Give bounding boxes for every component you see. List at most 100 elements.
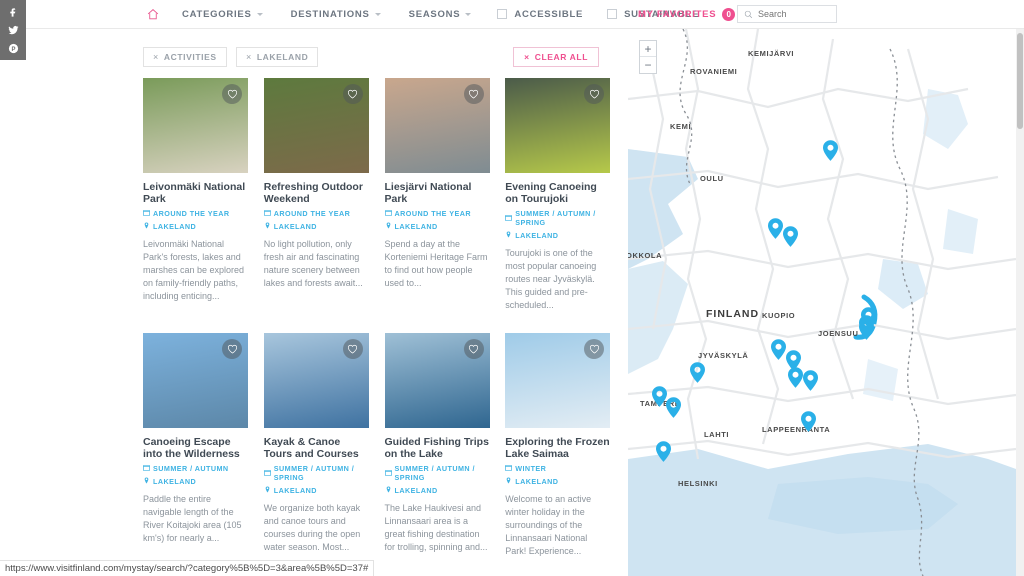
result-card-description: Paddle the entire navigable length of th… (143, 494, 242, 543)
favorite-heart-icon[interactable] (463, 84, 484, 104)
result-card-description: Leivonmäki National Park's forests, lake… (143, 239, 245, 301)
result-card-image[interactable] (143, 333, 248, 428)
favorite-heart-icon[interactable] (584, 339, 605, 359)
favorite-heart-icon[interactable] (222, 339, 242, 359)
result-card-area-label: LAKELAND (394, 222, 438, 231)
result-card-area: LAKELAND (385, 222, 490, 231)
home-icon[interactable] (138, 8, 168, 21)
result-card-title: Refreshing Outdoor Weekend (263, 181, 363, 205)
map-marker-pin[interactable] (652, 386, 667, 407)
nav-item-seasons[interactable]: SEASONS (395, 9, 486, 20)
location-pin-icon (264, 222, 271, 231)
result-card[interactable]: Kayak & Canoe Tours and Courses SUMMER / … (263, 333, 369, 558)
result-card-area: LAKELAND (264, 222, 369, 231)
filter-chip-activities[interactable]: × ACTIVITIES (143, 47, 227, 67)
map-marker-pin[interactable] (823, 140, 838, 161)
chevron-down-icon (256, 12, 263, 16)
map-city-label: KEMIJÄRVI (748, 49, 795, 58)
result-card-image[interactable] (384, 78, 490, 173)
map-city-label: LAPPEENRANTA (762, 425, 831, 434)
favorite-heart-icon[interactable] (584, 84, 605, 104)
map-panel[interactable]: + − KEMIJÄRVI ROVANIEMI KEMI OULU KOKKOLA FIN… (628, 29, 1016, 576)
search-icon (744, 10, 753, 18)
nav-item-seasons-label: SEASONS (408, 8, 461, 20)
map-marker-pin[interactable] (768, 218, 783, 239)
map-marker-pin[interactable] (801, 411, 816, 432)
result-card-season: WINTER (505, 464, 610, 473)
result-card-season-label: SUMMER / AUTUMN / SPRING (515, 209, 596, 227)
result-card[interactable]: Liesjärvi National Park AROUND THE YEAR LA… (384, 78, 490, 312)
result-card-season-label: AROUND THE YEAR (153, 209, 230, 218)
result-card-season: AROUND THE YEAR (143, 209, 248, 218)
result-card-image[interactable] (384, 333, 490, 428)
result-card-season-label: WINTER (515, 464, 547, 473)
map-marker-pin[interactable] (803, 370, 818, 391)
result-card-image[interactable] (505, 78, 611, 173)
scrollbar-thumb[interactable] (1017, 33, 1023, 129)
result-card-area: LAKELAND (385, 486, 490, 495)
result-card-area: LAKELAND (143, 222, 248, 231)
result-card-title: Leivonmäki National Park (143, 181, 246, 205)
result-card[interactable]: Guided Fishing Trips on the Lake SUMMER /… (384, 333, 490, 558)
search-box[interactable] (737, 5, 837, 23)
my-favorites-link[interactable]: MY FAVORITES 0 (638, 0, 736, 28)
search-input[interactable] (758, 9, 828, 19)
filter-chip-lakeland[interactable]: × LAKELAND (235, 47, 319, 67)
result-card-image[interactable] (263, 333, 369, 428)
zoom-out-button[interactable]: − (640, 57, 656, 73)
checkbox-accessible-box[interactable] (497, 9, 508, 19)
result-card-image[interactable] (143, 78, 248, 173)
page-scrollbar[interactable] (1016, 29, 1024, 576)
checkbox-accessible[interactable]: ACCESSIBLE (485, 9, 595, 20)
result-card-season-label: SUMMER / AUTUMN / SPRING (273, 464, 355, 482)
result-card-season: SUMMER / AUTUMN (143, 464, 248, 473)
result-card[interactable]: Canoeing Escape into the Wilderness SUMME… (143, 333, 248, 558)
favorite-heart-icon[interactable] (342, 84, 363, 104)
map-marker-pin[interactable] (666, 397, 681, 418)
checkbox-accessible-label: ACCESSIBLE (514, 8, 584, 20)
result-card-season: SUMMER / AUTUMN / SPRING (263, 464, 369, 482)
map-marker-pin[interactable] (690, 362, 705, 383)
social-share-rail: P (0, 0, 26, 60)
remove-icon[interactable]: × (153, 52, 159, 62)
result-card-title: Guided Fishing Trips on the Lake (384, 436, 489, 460)
active-filters-bar: × ACTIVITIES × LAKELAND × CLEAR ALL (143, 47, 599, 67)
filter-chip-activities-label: ACTIVITIES (163, 52, 217, 62)
favorite-heart-icon[interactable] (222, 84, 242, 104)
clear-all-button[interactable]: × CLEAR ALL (513, 47, 599, 67)
facebook-icon[interactable] (3, 3, 23, 21)
pinterest-icon[interactable]: P (3, 39, 23, 57)
result-card-image[interactable] (505, 333, 611, 428)
map-marker-pin[interactable] (788, 367, 803, 388)
result-card-area: LAKELAND (143, 477, 248, 486)
result-card[interactable]: Evening Canoeing on Tourujoki SUMMER / AU… (505, 78, 611, 312)
nav-item-destinations[interactable]: DESTINATIONS (277, 9, 395, 20)
result-card[interactable]: Leivonmäki National Park AROUND THE YEAR L… (143, 78, 248, 312)
map-marker-pin[interactable] (771, 339, 786, 360)
zoom-in-button[interactable]: + (640, 41, 656, 57)
nav-item-categories[interactable]: CATEGORIES (168, 9, 277, 20)
result-card-area-label: LAKELAND (515, 477, 559, 486)
favorite-heart-icon[interactable] (342, 339, 363, 359)
result-card[interactable]: Refreshing Outdoor Weekend AROUND THE YEA… (263, 78, 369, 312)
map-marker-pin[interactable] (783, 226, 798, 247)
checkbox-sustainable-box[interactable] (607, 9, 618, 19)
location-pin-icon (264, 486, 271, 495)
map-marker-pin[interactable] (859, 315, 874, 336)
map-zoom-controls[interactable]: + − (639, 40, 657, 74)
map-city-label: OULU (700, 174, 724, 183)
remove-icon: × (524, 52, 530, 62)
remove-icon[interactable]: × (246, 52, 252, 62)
calendar-icon (143, 209, 150, 218)
calendar-icon (384, 469, 392, 478)
result-card-season: AROUND THE YEAR (263, 209, 369, 218)
result-card[interactable]: Exploring the Frozen Lake Saimaa WINTER LA… (505, 333, 611, 558)
map-city-label: LAHTI (704, 430, 730, 439)
twitter-icon[interactable] (3, 21, 23, 39)
favorite-heart-icon[interactable] (463, 339, 484, 359)
result-card-title: Liesjärvi National Park (384, 181, 472, 205)
result-card-image[interactable] (263, 78, 369, 173)
location-pin-icon (385, 486, 392, 495)
status-url: https://www.visitfinland.com/mystay/sear… (5, 563, 369, 574)
map-marker-pin[interactable] (656, 441, 671, 462)
